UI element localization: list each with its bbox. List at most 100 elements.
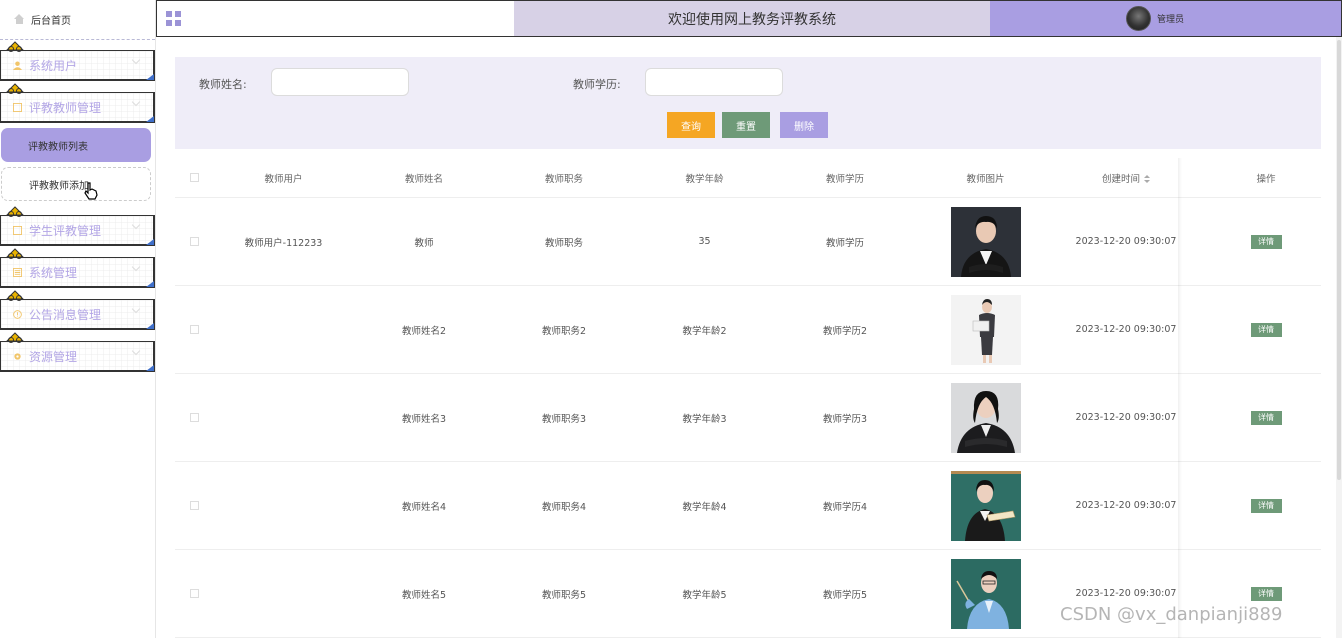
sidebar-item-announcement-management[interactable]: 公告消息管理 [0, 290, 155, 330]
avatar[interactable] [1126, 6, 1151, 31]
sidebar: 后台首页 系统用户 评教教师管理 评教教师列表 评教教师添加 学生评教管理 系统… [0, 0, 156, 638]
teacher-education-label: 教师学历: [573, 78, 621, 91]
cell-actions: 详情 [1196, 322, 1336, 337]
edit-icon [13, 225, 22, 235]
binder-clip-icon [5, 206, 25, 217]
teacher-name-input[interactable] [271, 68, 409, 96]
chevron-icon [131, 97, 141, 107]
sub-item-label: 评教教师添加 [29, 180, 89, 192]
query-button[interactable]: 查询 [667, 112, 715, 138]
binder-clip-icon [5, 332, 25, 343]
cell-teacher-name: 教师姓名2 [401, 325, 447, 337]
column-header: 教学年龄 [685, 173, 724, 185]
row-select-cell [175, 501, 213, 510]
teacher-photo[interactable] [950, 470, 1021, 541]
sidebar-item-system-users[interactable]: 系统用户 [0, 41, 155, 81]
detail-button[interactable]: 详情 [1250, 498, 1282, 513]
teacher-education-input[interactable] [645, 68, 783, 96]
table-row: 教师姓名2 教师职务2 教学年龄2 教师学历2 2023-12-20 09:30… [175, 286, 1321, 374]
hand-cursor-icon [84, 182, 98, 200]
delete-button[interactable]: 删除 [780, 112, 828, 138]
scrollbar-thumb[interactable] [1337, 40, 1341, 480]
cell-teacher-duty: 教师职务3 [541, 413, 587, 425]
sidebar-item-label: 系统用户 [29, 58, 78, 73]
sort-icon[interactable] [1144, 174, 1150, 184]
column-header: 教师用户 [264, 173, 303, 185]
sidebar-home[interactable]: 后台首页 [0, 0, 155, 40]
chevron-icon [131, 220, 141, 230]
column-header-sortable[interactable]: 创建时间 [1056, 171, 1196, 185]
sidebar-sub-teacher-list[interactable]: 评教教师列表 [1, 128, 151, 162]
cell-teacher-photo [915, 382, 1056, 453]
menu-toggle-icon[interactable] [166, 11, 181, 26]
detail-button[interactable]: 详情 [1250, 322, 1282, 337]
cell-teacher-duty: 教师职务 [544, 237, 583, 249]
cell-teacher-photo [915, 294, 1056, 365]
cell-created-time: 2023-12-20 09:30:07 [1075, 236, 1177, 247]
row-checkbox[interactable] [189, 501, 199, 510]
row-checkbox[interactable] [189, 237, 199, 246]
teacher-photo[interactable] [950, 294, 1021, 365]
column-header: 教师职务 [544, 173, 583, 185]
sidebar-item-system-management[interactable]: 系统管理 [0, 248, 155, 288]
corner-decoration [146, 74, 154, 80]
row-checkbox[interactable] [189, 325, 199, 334]
cell-teacher-duty: 教师职务4 [541, 501, 587, 513]
binder-clip-icon [5, 290, 25, 301]
user-name: 管理员 [1157, 15, 1185, 25]
reset-button[interactable]: 重置 [722, 112, 770, 138]
cell-teaching-age: 教学年龄5 [682, 589, 727, 601]
cell-teacher-education: 教师学历 [825, 237, 864, 249]
cell-teaching-age: 35 [698, 236, 711, 247]
teacher-name-label: 教师姓名: [199, 78, 247, 91]
teacher-photo[interactable] [950, 558, 1021, 629]
header-left [157, 1, 514, 36]
corner-decoration [146, 323, 154, 329]
row-checkbox[interactable] [189, 413, 199, 422]
detail-button[interactable]: 详情 [1250, 586, 1282, 601]
watermark: CSDN @vx_danpianji889 [1060, 604, 1283, 625]
cell-teaching-age: 教学年龄4 [682, 501, 727, 513]
select-all-checkbox[interactable] [189, 173, 199, 182]
table-row: 教师姓名4 教师职务4 教学年龄4 教师学历4 2023-12-20 09:30… [175, 462, 1321, 550]
binder-clip-icon [5, 41, 25, 52]
row-select-cell [175, 237, 213, 246]
cell-teacher-name: 教师姓名4 [401, 501, 447, 513]
info-icon [13, 309, 22, 319]
row-checkbox[interactable] [189, 589, 199, 598]
cell-teacher-user: 教师用户-112233 [244, 237, 323, 249]
cell-teacher-photo [915, 206, 1056, 277]
corner-decoration [146, 116, 154, 122]
top-header: 欢迎使用网上教务评教系统 管理员 [156, 0, 1342, 37]
search-panel: 教师姓名: 教师学历: 查询 重置 删除 [175, 57, 1321, 149]
sidebar-item-teacher-management[interactable]: 评教教师管理 [0, 83, 155, 123]
teacher-table: 教师用户 教师姓名 教师职务 教学年龄 教师学历 教师图片 创建时间 操作 教师… [175, 158, 1321, 638]
cell-teaching-age: 教学年龄2 [682, 325, 727, 337]
row-select-cell [175, 413, 213, 422]
cell-teaching-age: 教学年龄3 [682, 413, 727, 425]
row-select-cell [175, 325, 213, 334]
teacher-photo[interactable] [950, 382, 1021, 453]
teacher-photo[interactable] [950, 206, 1021, 277]
cell-teacher-name: 教师姓名5 [401, 589, 447, 601]
sidebar-item-label: 资源管理 [29, 349, 78, 364]
table-row: 教师用户-112233 教师 教师职务 35 教师学历 2023-12-20 0… [175, 198, 1321, 286]
sidebar-item-resource-management[interactable]: 资源管理 [0, 332, 155, 372]
cell-teacher-name: 教师 [414, 237, 434, 249]
sidebar-sub-teacher-add[interactable]: 评教教师添加 [1, 167, 151, 201]
cell-created-time: 2023-12-20 09:30:07 [1075, 324, 1177, 335]
select-all-cell [175, 173, 213, 182]
sidebar-item-student-evaluation[interactable]: 学生评教管理 [0, 206, 155, 246]
cell-actions: 详情 [1196, 234, 1336, 249]
column-header: 教师学历 [825, 173, 864, 185]
corner-decoration [146, 365, 154, 371]
cell-teacher-name: 教师姓名3 [401, 413, 447, 425]
detail-button[interactable]: 详情 [1250, 234, 1282, 249]
sidebar-item-label: 公告消息管理 [29, 307, 102, 322]
detail-button[interactable]: 详情 [1250, 410, 1282, 425]
cell-teacher-education: 教师学历4 [822, 501, 868, 513]
fixed-column-shadow [1178, 158, 1182, 638]
column-header: 教师姓名 [404, 173, 443, 185]
user-area[interactable]: 管理员 [990, 1, 1341, 36]
home-icon [14, 14, 25, 25]
